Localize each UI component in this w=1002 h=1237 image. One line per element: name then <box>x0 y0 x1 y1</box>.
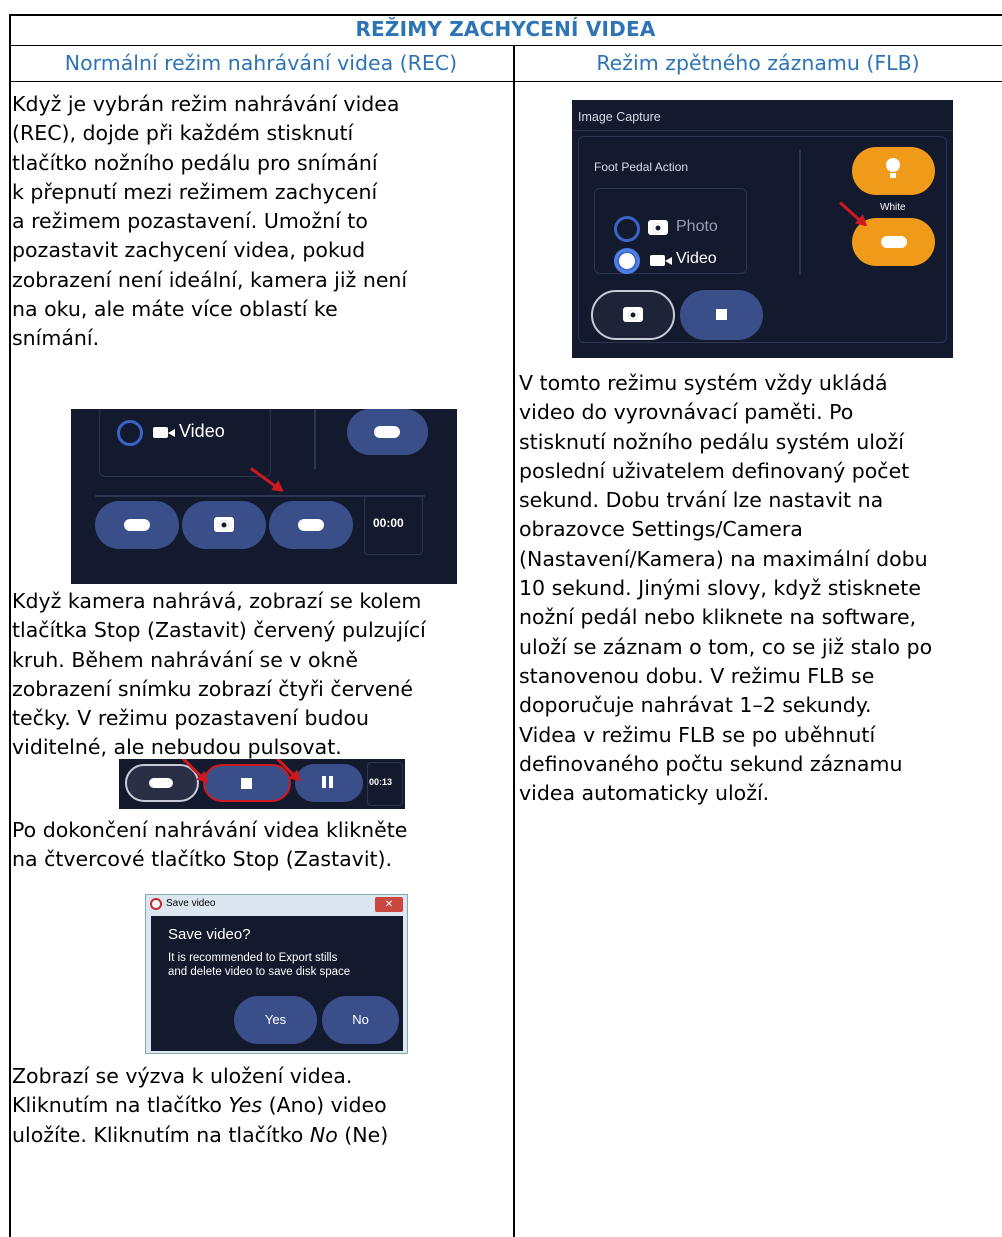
table-divider-columns <box>513 45 515 1237</box>
photo-button[interactable] <box>182 501 266 549</box>
capture-modes-table: REŽIMY ZACHYCENÍ VIDEA Normální režim na… <box>9 14 1002 1237</box>
rec-paragraph-1: Když je vybrán režim nahrávání videa (REC… <box>12 92 408 351</box>
panel-title: Image Capture <box>578 110 661 124</box>
dialog-body: Save video? It is recommended to Export … <box>151 916 403 1051</box>
dialog-question: Save video? <box>168 926 251 943</box>
photo-label: Photo <box>676 218 718 235</box>
column-title-rec: Normální režim nahrávání videa (REC) <box>64 51 458 75</box>
rec-controls-screenshot: Video 00:00 <box>71 409 457 584</box>
section-label: Foot Pedal Action <box>594 160 689 174</box>
video-radio[interactable] <box>117 420 143 446</box>
dialog-message-1: It is recommended to Export stills <box>168 952 338 964</box>
flb-icon <box>374 426 400 438</box>
divider <box>572 130 953 131</box>
photo-radio[interactable] <box>614 216 640 242</box>
divider-vertical <box>314 409 316 469</box>
divider-vertical <box>799 150 801 275</box>
column-title-flb: Režim zpětného záznamu (FLB) <box>596 51 920 75</box>
pause-button[interactable] <box>295 764 363 802</box>
stop-icon <box>716 309 727 320</box>
light-bulb-icon <box>886 158 900 172</box>
flb-paragraph: V tomto režimu systém vždy ukládá video d… <box>519 371 933 806</box>
timer-box: 00:00 <box>364 495 423 555</box>
stop-button[interactable] <box>203 764 291 802</box>
dialog-titlebar: Save video ✕ <box>146 895 407 914</box>
white-label: White <box>880 202 906 213</box>
hdr-icon <box>124 519 150 531</box>
rec-icon <box>298 519 324 531</box>
table-border-left <box>9 14 11 1237</box>
hdr-icon <box>149 778 173 788</box>
rec-paragraph-2: Když kamera nahrává, zobrazí se kolem tla… <box>12 589 426 760</box>
camera-icon <box>623 307 643 322</box>
video-radio[interactable] <box>614 248 640 274</box>
save-video-dialog: Save video ✕ Save video? It is recommend… <box>145 894 408 1054</box>
video-camera-icon <box>650 255 672 266</box>
hdr-button[interactable] <box>95 501 179 549</box>
yes-button[interactable]: Yes <box>234 996 317 1044</box>
no-button[interactable]: No <box>322 996 399 1044</box>
close-button[interactable]: ✕ <box>375 897 403 912</box>
timer: 00:13 <box>369 777 393 787</box>
flb-controls-screenshot: Image Capture Foot Pedal Action Photo Vi… <box>572 100 953 358</box>
table-title: REŽIMY ZACHYCENÍ VIDEA <box>355 17 656 41</box>
flb-button[interactable] <box>347 409 428 455</box>
photo-button[interactable] <box>591 290 675 340</box>
rec-paragraph-3: Po dokončení nahrávání videa klikněte na … <box>12 818 408 872</box>
pause-icon <box>322 776 326 788</box>
stop-icon <box>241 778 252 789</box>
rec-button[interactable] <box>269 501 353 549</box>
camera-icon <box>214 517 234 532</box>
camera-icon <box>648 220 668 235</box>
flb-icon <box>881 236 907 248</box>
video-label: Video <box>179 421 225 441</box>
white-light-button[interactable] <box>852 147 935 195</box>
video-label: Video <box>676 250 717 267</box>
recording-controls-screenshot: 00:13 <box>119 759 405 809</box>
timer: 00:00 <box>373 516 404 530</box>
dialog-title: Save video <box>166 898 216 909</box>
video-camera-icon <box>153 427 175 438</box>
timer-box: 00:13 <box>367 762 403 806</box>
dialog-message-2: and delete video to save disk space <box>168 966 351 978</box>
rec-paragraph-4: Zobrazí se výzva k uložení videa. Kliknu… <box>12 1064 389 1147</box>
hdr-button[interactable] <box>125 764 199 802</box>
app-icon <box>150 898 162 910</box>
stop-button[interactable] <box>680 290 763 340</box>
